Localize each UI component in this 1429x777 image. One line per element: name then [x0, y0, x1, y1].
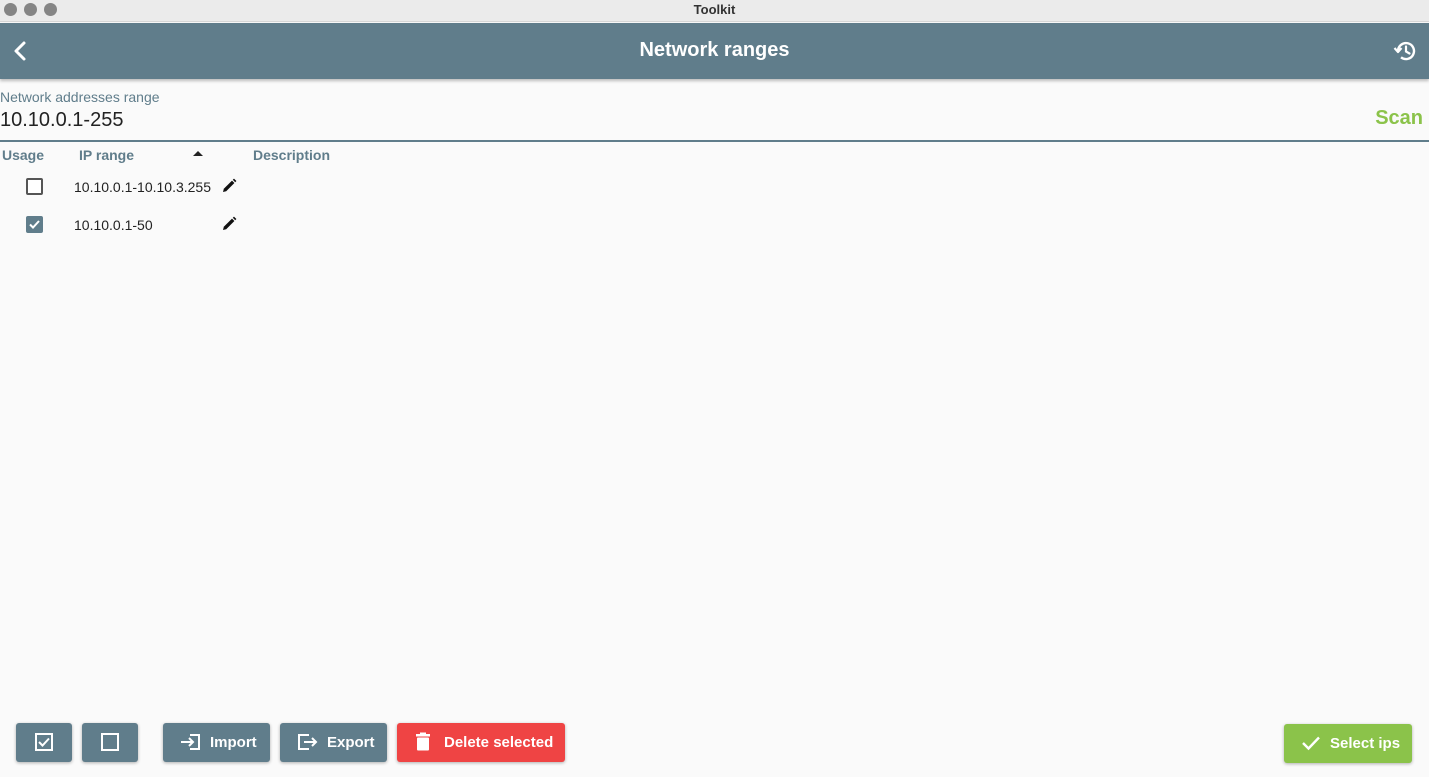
checkbox-empty-icon [101, 733, 119, 751]
select-ips-label: Select ips [1330, 735, 1401, 752]
check-all-button[interactable] [16, 723, 72, 762]
window-titlebar: Toolkit [0, 0, 1429, 22]
usage-checkbox[interactable] [26, 216, 43, 233]
range-input[interactable] [0, 107, 1360, 133]
checkmark-icon [29, 220, 40, 229]
trash-icon [416, 732, 430, 751]
table-row[interactable]: 10.10.0.1-10.10.3.255 [0, 168, 1429, 204]
ip-range-cell: 10.10.0.1-50 [74, 217, 153, 233]
history-icon [1393, 41, 1416, 61]
app-bar: Network ranges [0, 23, 1429, 79]
delete-selected-label: Delete selected [444, 734, 554, 751]
uncheck-all-button[interactable] [82, 723, 138, 762]
checkbox-checked-icon [35, 733, 53, 751]
usage-checkbox[interactable] [26, 178, 43, 195]
ip-range-cell: 10.10.0.1-10.10.3.255 [74, 179, 212, 195]
page-title: Network ranges [639, 39, 790, 61]
edit-icon[interactable] [220, 215, 238, 233]
delete-selected-button[interactable]: Delete selected [397, 723, 565, 762]
import-label: Import [210, 734, 257, 751]
export-icon [298, 734, 318, 750]
select-ips-button[interactable]: Select ips [1284, 724, 1412, 763]
export-button[interactable]: Export [280, 723, 387, 762]
column-header-ip-range[interactable]: IP range [79, 147, 134, 163]
import-icon [181, 734, 200, 750]
check-icon [1302, 736, 1320, 751]
column-header-usage[interactable]: Usage [2, 147, 44, 163]
edit-icon[interactable] [220, 177, 238, 195]
import-button[interactable]: Import [163, 723, 270, 762]
table-row[interactable]: 10.10.0.1-50 [0, 206, 1429, 242]
history-button[interactable] [1391, 37, 1419, 65]
input-underline [0, 140, 1429, 142]
range-field-label: Network addresses range [0, 89, 160, 105]
export-label: Export [327, 734, 375, 751]
scan-button[interactable]: Scan [1375, 107, 1423, 130]
column-header-description[interactable]: Description [253, 147, 330, 163]
sort-ascending-icon[interactable] [191, 148, 205, 160]
window-title: Toolkit [693, 2, 736, 17]
